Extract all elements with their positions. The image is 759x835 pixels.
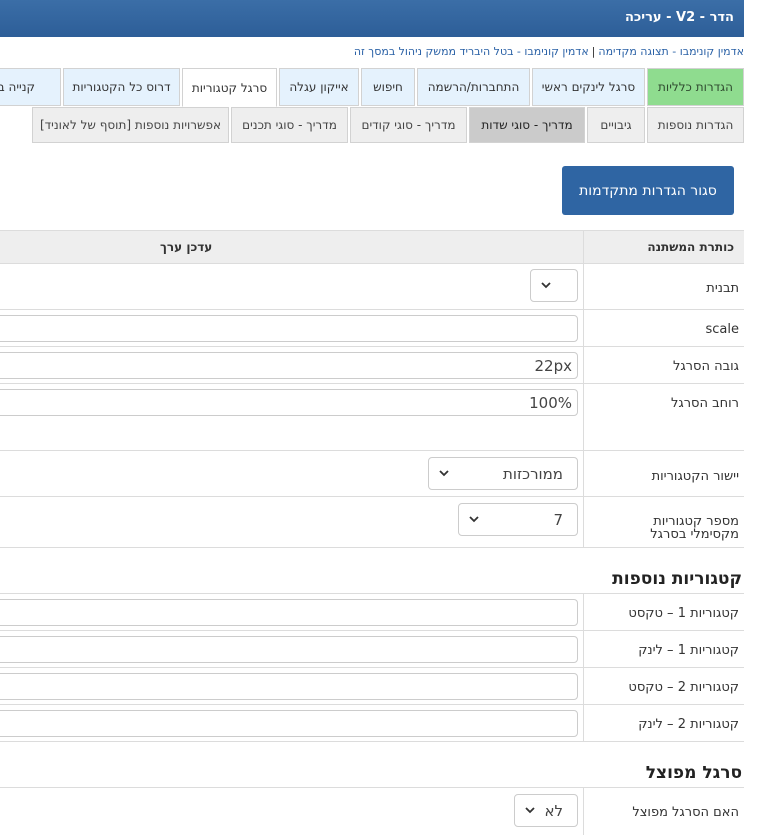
alignment-select-value: ממורכזות (503, 465, 563, 483)
field-label-split-bar: האם הסרגל מפוצל (632, 805, 739, 820)
chevron-down-icon (469, 516, 479, 523)
tab-categories-bar[interactable]: סרגל קטגוריות (182, 68, 277, 107)
field-label-bar-width: רוחב הסרגל (670, 396, 739, 411)
tab-guide-field-types[interactable]: מדריך - סוגי שדות (469, 107, 585, 143)
table-header: כותרת המשתנה עדכן ערך (0, 230, 744, 264)
tab-guide-content-types[interactable]: מדריך - סוגי תכנים (231, 107, 348, 143)
tab-override-categories[interactable]: דרוס כל הקטגוריות (63, 68, 180, 106)
split-bar-select[interactable]: לא (514, 794, 578, 827)
preview-link[interactable]: אדמין קונימבו - תצוגה מקדימה (598, 45, 744, 58)
table-row: קטגוריות 2 – לינק (0, 705, 744, 742)
chevron-down-icon (439, 470, 449, 477)
category1-link-input[interactable] (0, 636, 578, 663)
category1-text-input[interactable] (0, 599, 578, 626)
field-label-bar-height: גובה הסרגל (672, 359, 739, 374)
table-row: קטגוריות 1 – לינק (0, 631, 744, 668)
close-advanced-settings-button[interactable]: סגור הגדרות מתקדמות (562, 166, 734, 215)
table-row: קטגוריות 1 – טקסט (0, 594, 744, 631)
tab-login-register[interactable]: התחברות/הרשמה (417, 68, 530, 106)
table-row: מספר קטגוריות מקסימלי בסרגל 7 (0, 497, 744, 548)
chevron-down-icon (541, 282, 551, 289)
field-label-category1-text: קטגוריות 1 – טקסט (628, 606, 739, 621)
disable-hybrid-link[interactable]: אדמין קונימבו - בטל היבריד ממשק ניהול במ… (354, 45, 589, 58)
column-header-variable: כותרת המשתנה (647, 240, 734, 254)
tab-cart-icon[interactable]: אייקון עגלה (279, 68, 359, 106)
breadcrumb: אדמין קונימבו - תצוגה מקדימה|אדמין קונימ… (354, 45, 744, 58)
table-row: גובה הסרגל (0, 347, 744, 384)
tab-main-links-bar[interactable]: סרגל לינקים ראשי (532, 68, 645, 106)
category2-link-input[interactable] (0, 710, 578, 737)
field-label-scale: scale (705, 322, 740, 337)
column-header-value: עדכן ערך (160, 240, 213, 254)
field-label-alignment: יישור הקטגוריות (651, 469, 739, 484)
title-bar: הדר - V2 - עריכה (0, 0, 744, 37)
window-title: הדר - V2 - עריכה (624, 10, 734, 25)
section-title-split-bar: סרגל מפוצל (645, 763, 742, 783)
tab-general-settings[interactable]: הגדרות כלליות (647, 68, 744, 106)
tab-search[interactable]: חיפוש (361, 68, 415, 106)
field-label-template: תבנית (706, 281, 739, 296)
section-title-extra-categories: קטגוריות נוספות (612, 569, 742, 589)
max-categories-select[interactable]: 7 (458, 503, 578, 536)
bar-height-input[interactable] (0, 352, 578, 379)
field-label-max-categories: מספר קטגוריות מקסימלי בסרגל (650, 514, 739, 542)
tab-backups[interactable]: גיבויים (587, 107, 645, 143)
table-row: רוחב הסרגל (0, 384, 744, 451)
breadcrumb-separator: | (591, 45, 596, 58)
tab-extra-options[interactable]: אפשרויות נוספות [תוסף של לאוניד] (32, 107, 229, 143)
alignment-select[interactable]: ממורכזות (428, 457, 578, 490)
chevron-down-icon (525, 807, 535, 814)
tab-guide-code-types[interactable]: מדריך - סוגי קודים (350, 107, 467, 143)
table-row: האם הסרגל מפוצל לא (0, 788, 744, 835)
template-select[interactable] (530, 269, 578, 302)
field-label-category1-link: קטגוריות 1 – לינק (638, 643, 739, 658)
bar-width-input[interactable] (0, 389, 578, 416)
scale-input[interactable] (0, 315, 578, 342)
table-row: scale (0, 310, 744, 347)
tab-secure-purchase[interactable]: קנייה בטוחה (0, 68, 61, 106)
table-row: קטגוריות 2 – טקסט (0, 668, 744, 705)
split-bar-select-value: לא (544, 802, 563, 820)
category2-text-input[interactable] (0, 673, 578, 700)
tab-more-settings[interactable]: הגדרות נוספות (647, 107, 744, 143)
field-label-category2-link: קטגוריות 2 – לינק (638, 717, 739, 732)
table-row: תבנית (0, 264, 744, 310)
field-label-category2-text: קטגוריות 2 – טקסט (628, 680, 739, 695)
max-categories-select-value: 7 (553, 511, 563, 529)
table-row: יישור הקטגוריות ממורכזות (0, 451, 744, 497)
